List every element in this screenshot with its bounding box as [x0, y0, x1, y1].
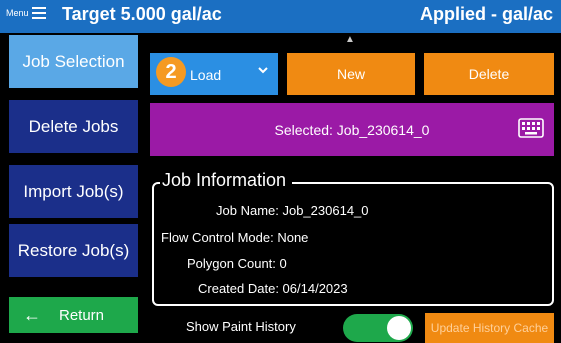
update-history-cache-button[interactable]: Update History Cache — [425, 313, 554, 343]
delete-button[interactable]: Delete — [424, 53, 554, 95]
new-button[interactable]: New — [287, 53, 415, 95]
paint-history-label: Show Paint History — [186, 319, 296, 334]
selected-job-bar[interactable]: Selected: Job_230614_0 — [150, 103, 554, 156]
menu-button[interactable]: Menu — [6, 7, 46, 19]
nav-import-jobs[interactable]: Import Job(s) — [9, 165, 138, 218]
keyboard-icon[interactable] — [518, 118, 544, 138]
nav-restore-jobs[interactable]: Restore Job(s) — [9, 224, 138, 277]
nav-label: Delete Jobs — [28, 116, 119, 136]
delete-label: Delete — [468, 66, 510, 82]
applied-rate: Applied - gal/ac — [419, 4, 553, 24]
selected-job-text: Selected: Job_230614_0 — [274, 121, 430, 138]
title-bar: Menu Target 5.000 gal/ac Applied - gal/a… — [0, 0, 561, 33]
return-label: Return — [59, 306, 105, 324]
flow-control-mode: Flow Control Mode: None — [161, 230, 309, 245]
chevron-down-icon — [258, 67, 268, 74]
step-badge: 2 — [156, 57, 186, 87]
nav-label: Restore Job(s) — [17, 240, 130, 260]
hamburger-icon — [31, 7, 46, 19]
target-rate: Target 5.000 gal/ac — [62, 4, 222, 24]
toggle-knob — [387, 316, 411, 340]
arrow-left-icon: ← — [23, 304, 41, 325]
nav-label: Job Selection — [22, 51, 125, 71]
job-name: Job Name: Job_230614_0 — [216, 203, 369, 218]
polygon-count: Polygon Count: 0 — [187, 256, 287, 271]
new-label: New — [336, 66, 365, 82]
menu-label: Menu — [6, 8, 29, 18]
created-date: Created Date: 06/14/2023 — [198, 281, 348, 296]
return-button[interactable]: ← Return — [9, 297, 138, 333]
load-label: Load — [190, 67, 222, 83]
nav-label: Import Job(s) — [23, 181, 124, 201]
nav-delete-jobs[interactable]: Delete Jobs — [9, 100, 138, 153]
cache-button-label: Update History Cache — [430, 321, 549, 335]
paint-history-toggle[interactable] — [343, 314, 413, 342]
load-dropdown[interactable]: 2 Load — [150, 53, 278, 95]
job-info-title: Job Information — [160, 170, 293, 191]
nav-job-selection[interactable]: Job Selection — [9, 35, 138, 88]
scroll-up-icon[interactable]: ▲ — [345, 34, 355, 45]
